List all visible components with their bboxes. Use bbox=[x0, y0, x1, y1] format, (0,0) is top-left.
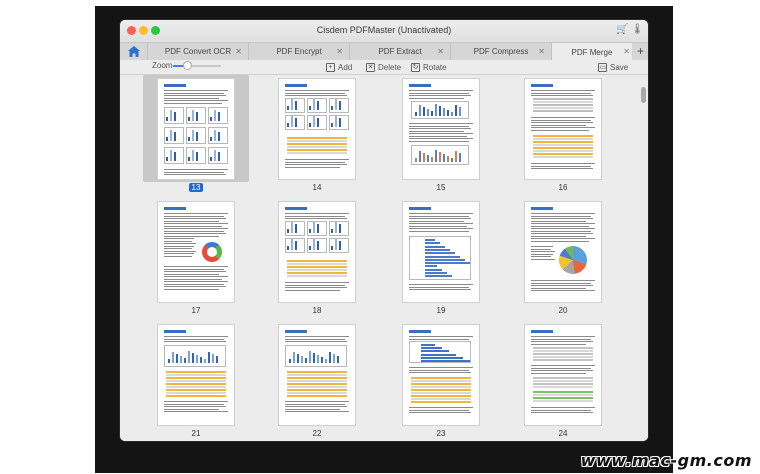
page-number: 18 bbox=[312, 306, 322, 315]
tab-label: PDF Encrypt bbox=[276, 47, 322, 56]
page-number-label: 13 bbox=[143, 183, 249, 192]
page-preview bbox=[158, 79, 234, 179]
page-preview bbox=[158, 202, 234, 302]
page-number: 15 bbox=[436, 183, 446, 192]
tab-label: PDF Merge bbox=[571, 47, 613, 57]
page-thumbnail[interactable]: 16 bbox=[510, 75, 616, 192]
page-number-label: 17 bbox=[143, 306, 249, 315]
page-number: 23 bbox=[436, 429, 446, 438]
page-number-label: 21 bbox=[143, 429, 249, 438]
title-bar: Cisdem PDFMaster (Unactivated) 🛒 🌡 bbox=[120, 20, 648, 42]
page-number-label: 24 bbox=[510, 429, 616, 438]
delete-label: Delete bbox=[378, 62, 402, 72]
zoom-label: Zoom bbox=[152, 61, 173, 70]
add-tab-icon[interactable]: + bbox=[637, 44, 644, 58]
page-preview bbox=[403, 79, 479, 179]
window-title: Cisdem PDFMaster (Unactivated) bbox=[316, 25, 452, 35]
page-preview bbox=[525, 79, 601, 179]
tab-pdf-merge[interactable]: PDF Merge ✕ bbox=[551, 43, 632, 61]
home-icon bbox=[127, 46, 140, 57]
page-number: 14 bbox=[312, 183, 322, 192]
page-preview bbox=[279, 79, 355, 179]
rotate-page-icon: ↻ bbox=[411, 62, 420, 72]
tab-pdf-convert-ocr[interactable]: PDF Convert OCR ✕ bbox=[147, 43, 248, 60]
tab-pdf-extract[interactable]: PDF Extract ✕ bbox=[349, 43, 450, 60]
tab-close-icon[interactable]: ✕ bbox=[336, 47, 343, 56]
page-preview bbox=[279, 325, 355, 425]
add-label: Add bbox=[338, 62, 353, 72]
save-label: Save bbox=[610, 62, 629, 72]
tab-bar: PDF Convert OCR ✕ PDF Encrypt ✕ PDF Extr… bbox=[120, 42, 648, 61]
page-thumbnail[interactable]: 13 bbox=[143, 75, 249, 192]
page-number-label: 23 bbox=[388, 429, 494, 438]
page-thumbnail[interactable]: 23 bbox=[388, 321, 494, 438]
app-window: Cisdem PDFMaster (Unactivated) 🛒 🌡 PDF C… bbox=[120, 20, 648, 441]
page-number: 21 bbox=[191, 429, 201, 438]
page-thumbnail[interactable]: 19 bbox=[388, 198, 494, 315]
page-preview bbox=[279, 202, 355, 302]
page-thumbnail-grid: 13 14 15 16 17 18 19 20 21 22 23 24 bbox=[120, 75, 648, 441]
cart-icon[interactable]: 🛒 bbox=[616, 24, 628, 35]
page-preview bbox=[525, 202, 601, 302]
page-number-label: 15 bbox=[388, 183, 494, 192]
add-page-icon: + bbox=[326, 62, 335, 72]
page-preview bbox=[158, 325, 234, 425]
vertical-scrollbar[interactable] bbox=[641, 87, 646, 103]
rotate-label: Rotate bbox=[423, 62, 447, 72]
thermometer-icon[interactable]: 🌡 bbox=[631, 24, 644, 35]
page-number-label: 20 bbox=[510, 306, 616, 315]
tab-label: PDF Convert OCR bbox=[164, 47, 232, 56]
page-number: 20 bbox=[558, 306, 568, 315]
page-number-label: 19 bbox=[388, 306, 494, 315]
page-number-label: 22 bbox=[264, 429, 370, 438]
page-thumbnail[interactable]: 21 bbox=[143, 321, 249, 438]
delete-page-icon: ✕ bbox=[366, 62, 375, 72]
rotate-button[interactable]: ↻ Rotate bbox=[411, 60, 447, 74]
page-number: 24 bbox=[558, 429, 568, 438]
tab-pdf-compress[interactable]: PDF Compress ✕ bbox=[450, 43, 551, 60]
tab-close-icon[interactable]: ✕ bbox=[538, 47, 545, 56]
page-number: 16 bbox=[558, 183, 568, 192]
tab-close-icon[interactable]: ✕ bbox=[623, 47, 630, 56]
tab-label: PDF Extract bbox=[378, 47, 422, 56]
tab-label: PDF Compress bbox=[473, 47, 529, 56]
tab-pdf-encrypt[interactable]: PDF Encrypt ✕ bbox=[248, 43, 349, 60]
page-preview bbox=[403, 202, 479, 302]
delete-button[interactable]: ✕ Delete bbox=[366, 60, 401, 74]
toolbar: Zoom + Add ✕ Delete ↻ Rotate ▭ Save bbox=[120, 60, 648, 75]
page-thumbnail[interactable]: 15 bbox=[388, 75, 494, 192]
page-preview bbox=[525, 325, 601, 425]
home-tab[interactable] bbox=[120, 43, 147, 60]
page-number: 22 bbox=[312, 429, 322, 438]
page-thumbnail[interactable]: 18 bbox=[264, 198, 370, 315]
add-button[interactable]: + Add bbox=[326, 60, 352, 74]
save-button[interactable]: ▭ Save bbox=[598, 60, 628, 74]
page-number: 13 bbox=[188, 183, 204, 192]
page-thumbnail[interactable]: 24 bbox=[510, 321, 616, 438]
tab-close-icon[interactable]: ✕ bbox=[235, 47, 242, 56]
page-preview bbox=[403, 325, 479, 425]
page-number-label: 16 bbox=[510, 183, 616, 192]
zoom-slider[interactable] bbox=[173, 62, 221, 69]
zoom-slider-knob[interactable] bbox=[184, 62, 192, 69]
page-thumbnail[interactable]: 20 bbox=[510, 198, 616, 315]
page-number-label: 18 bbox=[264, 306, 370, 315]
page-number-label: 14 bbox=[264, 183, 370, 192]
tab-close-icon[interactable]: ✕ bbox=[437, 47, 444, 56]
page-number: 19 bbox=[436, 306, 446, 315]
save-icon: ▭ bbox=[598, 62, 607, 72]
page-number: 17 bbox=[191, 306, 201, 315]
page-thumbnail[interactable]: 14 bbox=[264, 75, 370, 192]
page-thumbnail[interactable]: 17 bbox=[143, 198, 249, 315]
page-thumbnail[interactable]: 22 bbox=[264, 321, 370, 438]
watermark: www.mac-gm.com bbox=[580, 451, 752, 470]
